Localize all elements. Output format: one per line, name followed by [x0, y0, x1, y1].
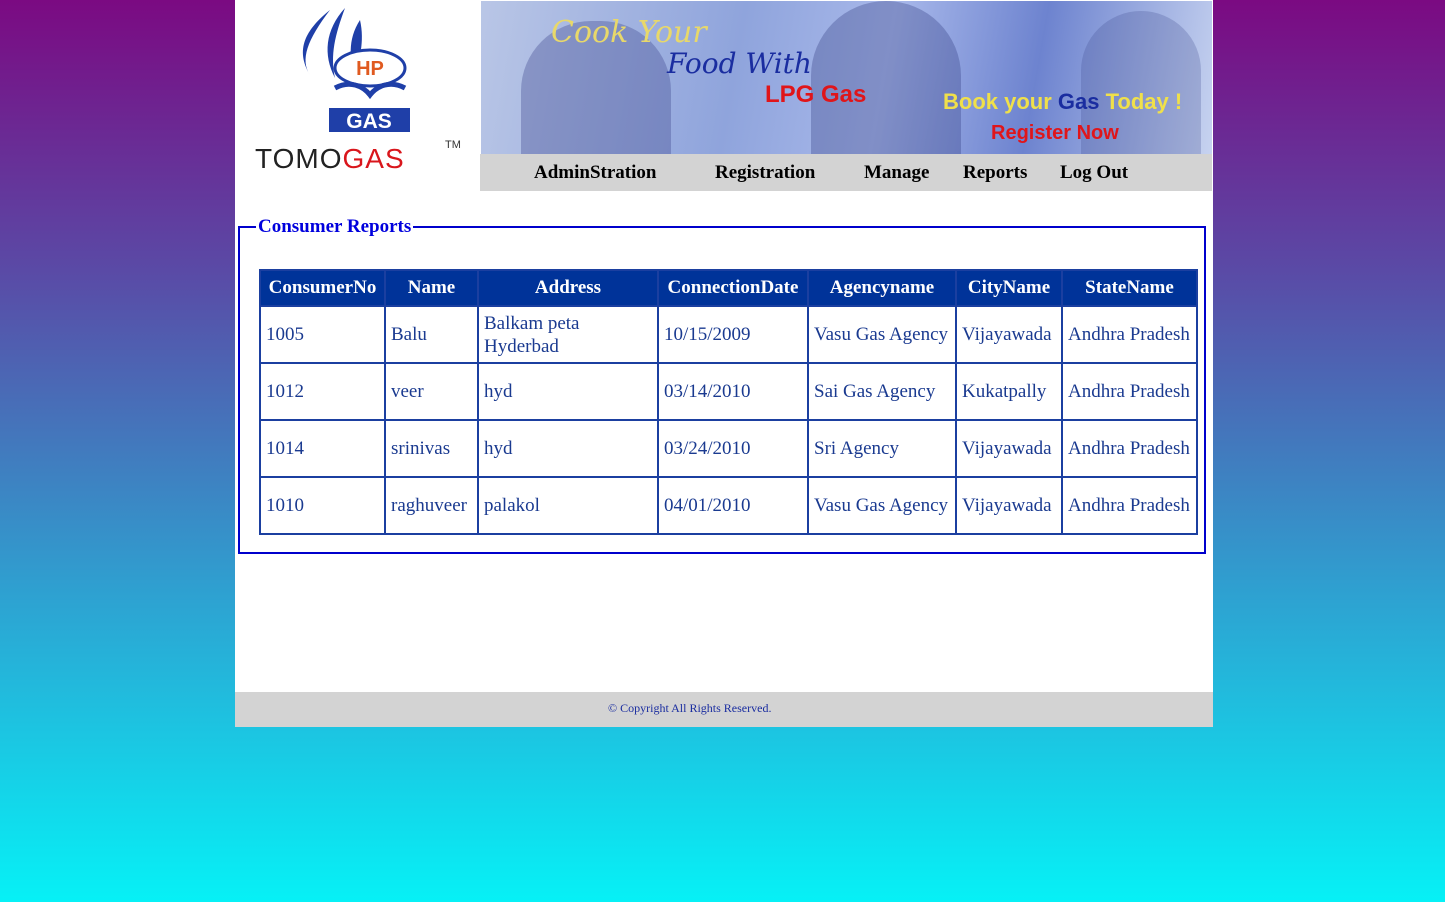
cell-connection-date: 03/24/2010: [658, 420, 808, 477]
cell-address: palakol: [478, 477, 658, 534]
table-row: 1012 veer hyd 03/14/2010 Sai Gas Agency …: [260, 363, 1197, 420]
header-banner: Cook Your Food With LPG Gas Book your Ga…: [481, 1, 1212, 154]
tomogas-logo: HP GAS TOMOGAS TM: [255, 8, 461, 174]
cell-city-name: Vijayawada: [956, 420, 1062, 477]
cell-agency-name: Sri Agency: [808, 420, 956, 477]
cell-connection-date: 04/01/2010: [658, 477, 808, 534]
footer: © Copyright All Rights Reserved.: [235, 692, 1213, 727]
logo-tm: TM: [445, 139, 461, 151]
logo-gas-text: GAS: [346, 110, 392, 133]
banner-line2: Food With: [667, 47, 812, 80]
consumer-reports-legend: Consumer Reports: [258, 216, 412, 237]
column-header: ConsumerNo: [260, 270, 385, 306]
column-header: Address: [478, 270, 658, 306]
table-row: 1010 raghuveer palakol 04/01/2010 Vasu G…: [260, 477, 1197, 534]
nav-registration[interactable]: Registration: [715, 162, 815, 184]
column-header: StateName: [1062, 270, 1197, 306]
consumer-reports-fieldset: Consumer Reports ConsumerNo Name Address…: [238, 216, 1206, 554]
cell-state-name: Andhra Pradesh: [1062, 306, 1197, 363]
cell-consumer-no: 1005: [260, 306, 385, 363]
cell-agency-name: Sai Gas Agency: [808, 363, 956, 420]
cell-state-name: Andhra Pradesh: [1062, 477, 1197, 534]
cell-connection-date: 03/14/2010: [658, 363, 808, 420]
logo-brand-part2: GAS: [342, 143, 404, 174]
consumer-reports-table: ConsumerNo Name Address ConnectionDate A…: [259, 269, 1198, 535]
table-row: 1014 srinivas hyd 03/24/2010 Sri Agency …: [260, 420, 1197, 477]
page-container: HP GAS TOMOGAS TM Cook Your Food With LP…: [235, 0, 1213, 727]
banner-line3: LPG Gas: [765, 81, 867, 108]
table-row: 1005 Balu Balkam peta Hyderbad 10/15/200…: [260, 306, 1197, 363]
nav-manage[interactable]: Manage: [864, 162, 929, 184]
cell-name: Balu: [385, 306, 478, 363]
cell-state-name: Andhra Pradesh: [1062, 363, 1197, 420]
cell-connection-date: 10/15/2009: [658, 306, 808, 363]
cell-consumer-no: 1010: [260, 477, 385, 534]
column-header: CityName: [956, 270, 1062, 306]
nav-log-out[interactable]: Log Out: [1060, 162, 1128, 184]
column-header: ConnectionDate: [658, 270, 808, 306]
cell-address: hyd: [478, 363, 658, 420]
cell-name: srinivas: [385, 420, 478, 477]
logo-brand-part1: TOMO: [255, 143, 342, 174]
cell-address: hyd: [478, 420, 658, 477]
main-nav: AdminStration Registration Manage Report…: [480, 154, 1212, 191]
svg-text:TOMOGAS: TOMOGAS: [255, 143, 405, 174]
logo[interactable]: HP GAS TOMOGAS TM: [235, 0, 481, 190]
column-header: Name: [385, 270, 478, 306]
cell-name: veer: [385, 363, 478, 420]
cell-city-name: Vijayawada: [956, 306, 1062, 363]
cell-state-name: Andhra Pradesh: [1062, 420, 1197, 477]
banner-photo-woman: [811, 1, 961, 154]
table-header-row: ConsumerNo Name Address ConnectionDate A…: [260, 270, 1197, 306]
cell-agency-name: Vasu Gas Agency: [808, 306, 956, 363]
copyright-text: © Copyright All Rights Reserved.: [608, 701, 772, 715]
cell-agency-name: Vasu Gas Agency: [808, 477, 956, 534]
nav-adminstration[interactable]: AdminStration: [534, 162, 656, 184]
banner-register-now[interactable]: Register Now: [991, 122, 1119, 145]
logo-hp-text: HP: [356, 58, 384, 80]
cell-city-name: Vijayawada: [956, 477, 1062, 534]
banner-book-gas: Book your Gas Today !: [943, 89, 1183, 114]
cell-address: Balkam peta Hyderbad: [478, 306, 658, 363]
banner-line1: Cook Your: [551, 15, 707, 50]
cell-city-name: Kukatpally: [956, 363, 1062, 420]
cell-consumer-no: 1014: [260, 420, 385, 477]
column-header: Agencyname: [808, 270, 956, 306]
cell-name: raghuveer: [385, 477, 478, 534]
cell-consumer-no: 1012: [260, 363, 385, 420]
nav-reports[interactable]: Reports: [963, 162, 1027, 184]
